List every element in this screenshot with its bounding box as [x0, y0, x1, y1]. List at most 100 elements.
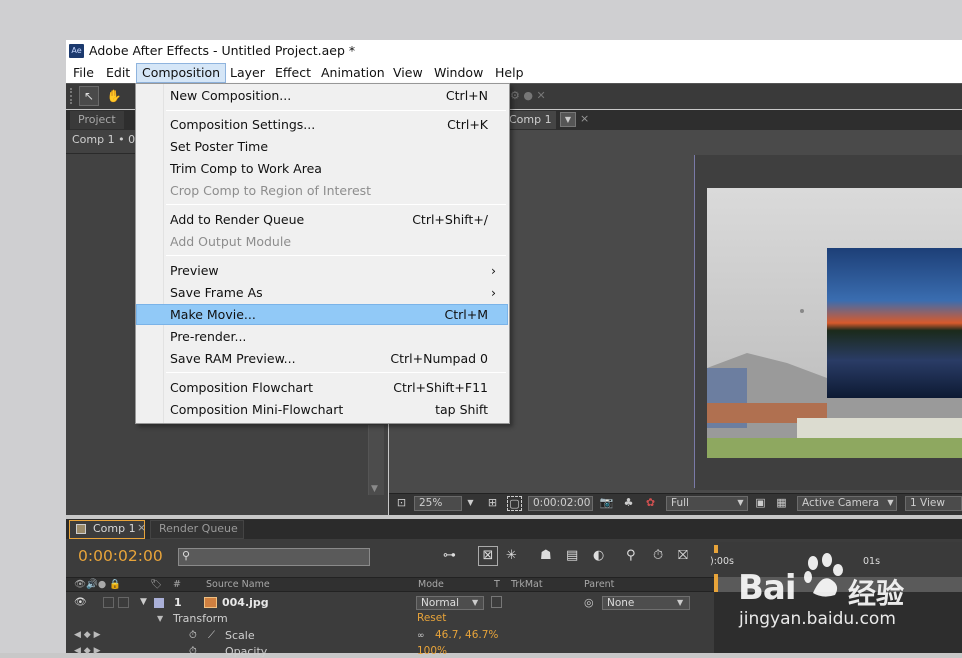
menu-item-composition-settings[interactable]: Composition Settings... Ctrl+K — [136, 114, 508, 136]
menu-item-preview[interactable]: Preview › — [136, 260, 508, 282]
hide-shy-layers-icon[interactable]: ☗ — [540, 548, 552, 563]
expand-transform-icon[interactable]: ▼ — [157, 614, 163, 623]
current-time-indicator[interactable] — [714, 574, 718, 592]
parent-dropdown-icon[interactable]: ▼ — [677, 598, 683, 607]
comp-icon — [76, 524, 86, 534]
opacity-value[interactable]: 100% — [417, 645, 447, 657]
view-layout-select[interactable]: 1 View — [905, 496, 962, 511]
close-tab-icon[interactable]: × — [580, 112, 589, 125]
grid-options-icon[interactable]: ⊞ — [485, 496, 500, 511]
opacity-keyframe-navigator-icon[interactable]: ◀ ◆ ▶ — [74, 646, 101, 656]
menu-item-trim-comp[interactable]: Trim Comp to Work Area — [136, 158, 508, 180]
menu-item-set-poster-time[interactable]: Set Poster Time — [136, 136, 508, 158]
scroll-down-arrow-icon[interactable]: ▼ — [371, 484, 378, 494]
tab-comp[interactable]: Comp 1 — [505, 111, 556, 129]
zoom-value: 25% — [419, 497, 443, 509]
solo-checkbox[interactable] — [103, 597, 114, 608]
comp-mini-flowchart-icon[interactable]: ⊶ — [443, 548, 456, 563]
hand-tool-icon[interactable]: ✋ — [104, 86, 124, 106]
menu-file[interactable]: File — [73, 64, 94, 82]
menu-item-new-composition[interactable]: New Composition... Ctrl+N — [136, 85, 508, 107]
ruler-mark-label: 01s — [863, 556, 881, 567]
work-area-start-handle[interactable] — [714, 545, 718, 553]
layer-label-color[interactable] — [154, 598, 164, 608]
menu-item-composition-mini-flowchart[interactable]: Composition Mini-Flowchart tap Shift — [136, 399, 508, 421]
draft-3d-icon[interactable]: ✳ — [506, 548, 517, 563]
keyframe-navigator-icon[interactable]: ◀ ◆ ▶ — [74, 630, 101, 640]
constrain-proportions-icon[interactable]: ∞ — [417, 631, 425, 641]
timeline-search-input[interactable] — [178, 548, 370, 566]
column-t: T — [494, 579, 500, 590]
expand-layer-icon[interactable]: ▼ — [140, 597, 147, 607]
toolbar-grip[interactable] — [70, 88, 74, 104]
show-snapshot-icon[interactable]: ♣ — [621, 496, 636, 511]
composition-viewer[interactable] — [707, 188, 962, 458]
search-icon: ⚲ — [182, 549, 191, 562]
menu-item-make-movie[interactable]: Make Movie... Ctrl+M — [136, 304, 508, 325]
layer-source-name[interactable]: 004.jpg — [222, 596, 269, 609]
menu-item-composition-flowchart[interactable]: Composition Flowchart Ctrl+Shift+F11 — [136, 377, 508, 399]
transparency-grid-icon[interactable]: ▦ — [774, 496, 789, 511]
live-update-icon[interactable]: ⊠ — [478, 546, 498, 566]
camera-dropdown-icon[interactable]: ▼ — [883, 496, 898, 511]
snapshot-camera-icon[interactable]: 📷 — [599, 496, 614, 511]
resolution-dropdown-icon[interactable]: ▼ — [733, 496, 748, 511]
menu-composition[interactable]: Composition — [136, 63, 227, 83]
menu-layer[interactable]: Layer — [230, 64, 265, 82]
menu-label: Make Movie... — [170, 307, 256, 322]
selection-tool-icon[interactable]: ↖ — [79, 86, 99, 106]
toggle-mask-icon[interactable]: ▢ — [507, 496, 522, 511]
comp-tab-dropdown-icon[interactable]: ▼ — [560, 112, 576, 127]
menu-edit[interactable]: Edit — [106, 64, 130, 82]
menu-shortcut: Ctrl+K — [447, 117, 488, 132]
menu-label: Save Frame As — [170, 285, 263, 300]
current-time-field[interactable]: 0:00:02:00 — [528, 496, 593, 511]
column-source-name[interactable]: Source Name — [206, 579, 270, 590]
scale-value[interactable]: 46.7, 46.7% — [435, 629, 498, 641]
menu-animation[interactable]: Animation — [321, 64, 385, 82]
menu-window[interactable]: Window — [434, 64, 483, 82]
menu-item-crop-comp: Crop Comp to Region of Interest — [136, 180, 508, 202]
video-visibility-icon[interactable]: 👁 — [74, 597, 87, 608]
region-of-interest-icon[interactable]: ▣ — [753, 496, 768, 511]
menu-help[interactable]: Help — [495, 64, 524, 82]
transform-reset-link[interactable]: Reset — [417, 612, 446, 624]
menu-shortcut: Ctrl+Shift+/ — [412, 212, 488, 227]
snap-tool-icons[interactable]: ⚙ ● ✕ — [510, 89, 546, 102]
frame-blending-icon[interactable]: ▤ — [566, 548, 578, 563]
menu-separator — [166, 204, 506, 205]
layer-mode-value: Normal — [421, 597, 459, 609]
camera-select[interactable]: Active Camera — [797, 496, 897, 511]
watermark-brand-text: Bai — [738, 568, 797, 608]
submenu-arrow-icon: › — [491, 263, 496, 278]
timeline-current-time[interactable]: 0:00:02:00 — [78, 547, 163, 565]
baidu-paw-logo-icon — [803, 553, 845, 599]
preserve-transparency-checkbox[interactable] — [491, 596, 502, 608]
close-timeline-tab-icon[interactable]: × — [137, 521, 146, 534]
auto-keyframe-icon[interactable]: ⏱ — [653, 548, 663, 563]
menu-view[interactable]: View — [393, 64, 423, 82]
pick-whip-icon[interactable]: ◎ — [584, 596, 594, 609]
always-preview-icon[interactable]: ⊡ — [394, 496, 409, 511]
menu-label: Set Poster Time — [170, 139, 269, 154]
opacity-stopwatch-icon[interactable]: ⏱ — [189, 646, 197, 657]
label-tag-icon: 🏷 — [150, 579, 163, 590]
zoom-select[interactable]: 25% — [414, 496, 462, 511]
brainstorm-icon[interactable]: ⚲ — [626, 548, 636, 563]
stopwatch-icon[interactable]: ⏱ — [189, 630, 197, 641]
menu-item-save-frame-as[interactable]: Save Frame As › — [136, 282, 508, 304]
zoom-dropdown-icon[interactable]: ▼ — [463, 496, 478, 511]
tab-project[interactable]: Project — [70, 111, 124, 129]
menu-effect[interactable]: Effect — [275, 64, 311, 82]
menu-item-save-ram-preview[interactable]: Save RAM Preview... Ctrl+Numpad 0 — [136, 348, 508, 370]
comp-current-time: 0:00:02:00 — [533, 497, 591, 509]
lock-checkbox[interactable] — [118, 597, 129, 608]
color-channels-icon[interactable]: ✿ — [643, 496, 658, 511]
mode-dropdown-icon[interactable]: ▼ — [472, 598, 478, 607]
graph-editor-icon[interactable]: ⛝ — [678, 548, 688, 563]
motion-blur-icon[interactable]: ◐ — [593, 548, 604, 563]
ae-logo-icon: Ae — [69, 44, 84, 58]
menu-item-add-to-render-queue[interactable]: Add to Render Queue Ctrl+Shift+/ — [136, 209, 508, 231]
menu-item-pre-render[interactable]: Pre-render... — [136, 326, 508, 348]
timeline-comp-tab-label: Comp 1 — [93, 522, 136, 535]
